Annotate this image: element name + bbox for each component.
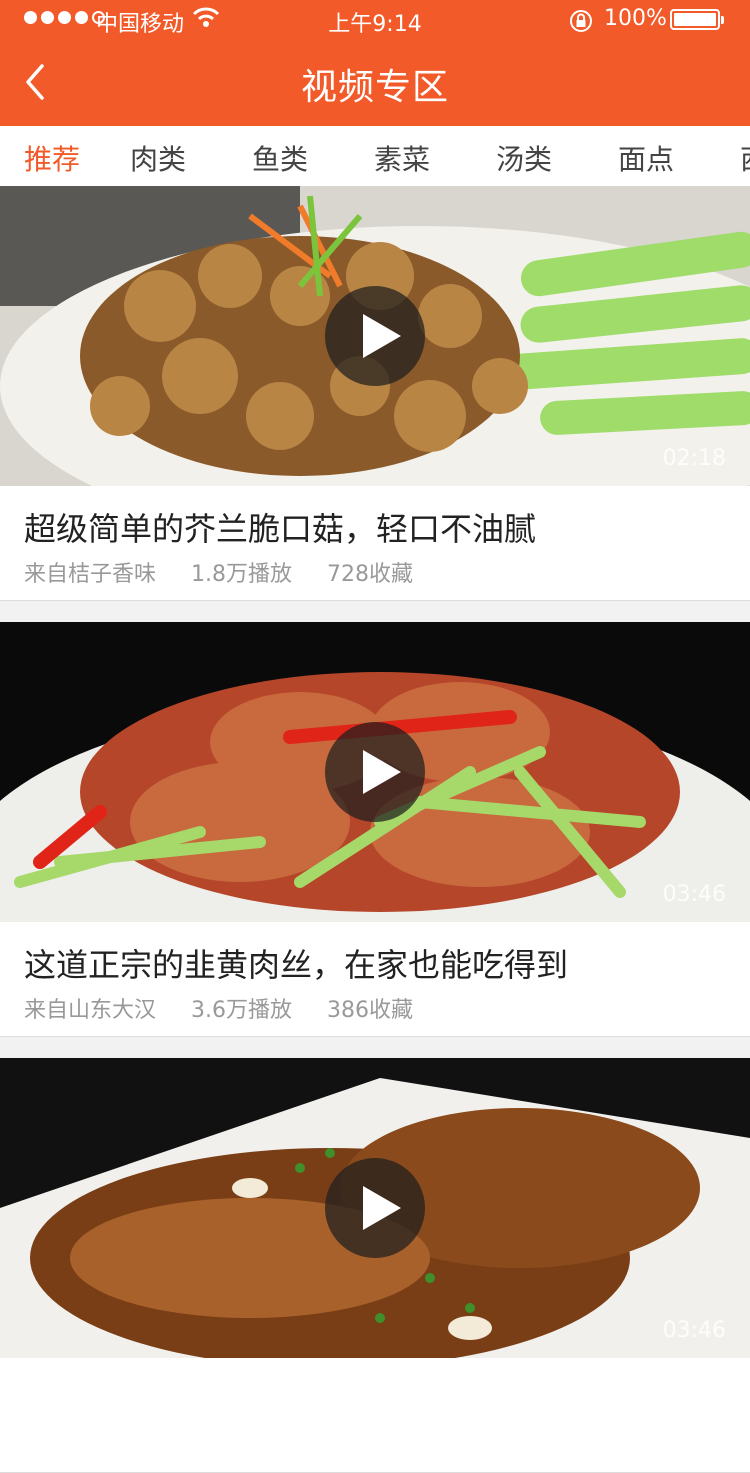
battery-icon xyxy=(670,9,724,30)
video-thumbnail[interactable]: 02:18 xyxy=(0,186,750,486)
video-thumbnail[interactable]: 03:46 xyxy=(0,622,750,922)
battery-percent: 100% xyxy=(604,6,667,31)
video-title[interactable]: 超级简单的芥兰脆口菇，轻口不油腻 xyxy=(24,504,536,550)
video-source: 来自山东大汉 xyxy=(24,998,157,1023)
video-card[interactable]: 02:18 超级简单的芥兰脆口菇，轻口不油腻 来自桔子香味 1.8万播放 728… xyxy=(0,186,750,601)
tab-pastry[interactable]: 面点 xyxy=(618,138,674,178)
rotation-lock-icon xyxy=(568,8,594,40)
app-header: 中国移动 上午9:14 100% 视频专区 xyxy=(0,0,750,126)
video-duration: 03:46 xyxy=(662,882,726,907)
play-icon[interactable] xyxy=(325,722,425,822)
tab-fish[interactable]: 鱼类 xyxy=(252,138,308,178)
card-divider xyxy=(0,1037,750,1058)
play-icon[interactable] xyxy=(325,286,425,386)
tab-western[interactable]: 西 xyxy=(740,138,750,178)
video-meta: 来自山东大汉 3.6万播放 386收藏 xyxy=(24,992,441,1024)
play-icon[interactable] xyxy=(325,1158,425,1258)
video-plays: 3.6万播放 xyxy=(191,998,293,1023)
category-tabs: 推荐 肉类 鱼类 素菜 汤类 面点 西 xyxy=(0,126,750,187)
tab-soup[interactable]: 汤类 xyxy=(496,138,552,178)
video-title[interactable]: 这道正宗的韭黄肉丝，在家也能吃得到 xyxy=(24,940,568,986)
video-card[interactable]: 03:46 这道正宗的韭黄肉丝，在家也能吃得到 来自山东大汉 3.6万播放 38… xyxy=(0,622,750,1037)
video-favorites: 728收藏 xyxy=(327,562,414,587)
video-source: 来自桔子香味 xyxy=(24,562,157,587)
video-duration: 02:18 xyxy=(662,446,726,471)
video-feed: 02:18 超级简单的芥兰脆口菇，轻口不油腻 来自桔子香味 1.8万播放 728… xyxy=(0,186,750,1473)
tab-recommend[interactable]: 推荐 xyxy=(24,138,80,178)
video-favorites: 386收藏 xyxy=(327,998,414,1023)
video-card[interactable]: 03:46 xyxy=(0,1058,750,1473)
video-meta: 来自桔子香味 1.8万播放 728收藏 xyxy=(24,556,441,588)
tab-meat[interactable]: 肉类 xyxy=(130,138,186,178)
tab-vegetable[interactable]: 素菜 xyxy=(374,138,430,178)
video-thumbnail[interactable]: 03:46 xyxy=(0,1058,750,1358)
card-divider xyxy=(0,601,750,622)
page-title: 视频专区 xyxy=(300,67,449,108)
video-duration: 03:46 xyxy=(662,1318,726,1343)
video-plays: 1.8万播放 xyxy=(191,562,293,587)
status-bar: 中国移动 上午9:14 100% xyxy=(0,0,750,40)
